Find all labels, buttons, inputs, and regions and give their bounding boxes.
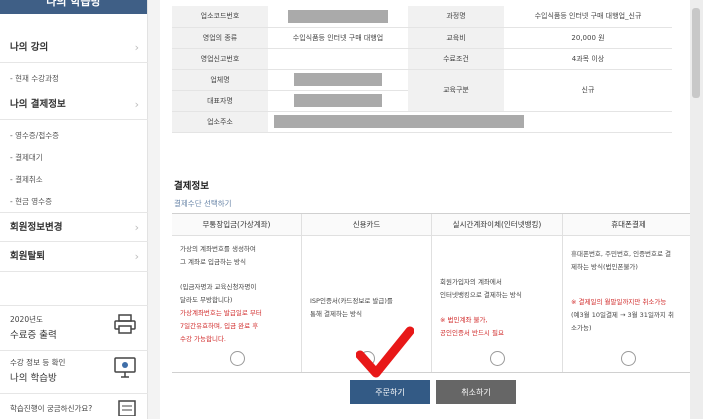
method-warning: 가상계좌번호는 발급일로 부터 7일간유효하며, 입금 완료 후 수강 가능합니…	[180, 309, 262, 343]
fee-value: 20,000 원	[504, 27, 672, 49]
course-value: 수입식품등 인터넷 구매 대행업_신규	[504, 6, 672, 28]
address-label: 업소주소	[172, 111, 268, 133]
address-value	[268, 111, 672, 133]
complete-value: 4과목 이상	[504, 48, 672, 70]
order-button[interactable]: 주문하기	[350, 380, 430, 404]
fee-label: 교육비	[408, 27, 504, 49]
method-warning: ※ 법인계좌 불가, 공인인증서 반드시 필요	[440, 316, 504, 337]
checkmark-icon	[356, 326, 414, 378]
method-desc1: 회원가입자의 계좌에서 인터넷뱅킹으로 결제하는 방식	[440, 278, 522, 299]
scrollbar-thumb[interactable]	[692, 8, 700, 98]
payment-section-title: 결제정보	[174, 181, 209, 192]
biz-type-value: 수입식품등 인터넷 구매 대행업	[268, 27, 408, 49]
radio-mobile[interactable]	[621, 351, 636, 366]
radio-virtual-account[interactable]	[230, 351, 245, 366]
sidebar-item-lecture[interactable]: 나의 강의 ›	[0, 33, 148, 63]
cancel-button[interactable]: 취소하기	[436, 380, 516, 404]
method-desc1: ISP인증서(카드정보로 발급)를 통해 결제하는 방식	[310, 297, 393, 318]
report-no-value	[268, 48, 408, 70]
sidebar-subitem-receipt[interactable]: - 영수증/접수증	[10, 130, 59, 141]
sidebar-subitem-current-course[interactable]: - 현재 수강과정	[10, 73, 59, 84]
redacted-block	[294, 73, 382, 86]
sidebar: 나의 학습방 나의 강의 › - 현재 수강과정 나의 결제정보 › - 영수증…	[0, 0, 148, 419]
sidebar-subitem-cash-receipt[interactable]: - 현금 영수증	[10, 196, 52, 207]
sidebar-item-label: 나의 결제정보	[10, 99, 66, 110]
company-value	[268, 69, 408, 91]
sidebar-header: 나의 학습방	[0, 0, 147, 14]
chevron-right-icon: ›	[134, 98, 139, 111]
edu-type-value: 신규	[504, 69, 672, 112]
payment-method-bank-transfer[interactable]: 실시간계좌이체(인터넷뱅킹) 회원가입자의 계좌에서 인터넷뱅킹으로 결제하는 …	[432, 214, 563, 372]
main-content: 업소코드번호 과정명 수입식품등 인터넷 구매 대행업_신규 영업의 종류 수입…	[160, 0, 694, 419]
method-name: 실시간계좌이체(인터넷뱅킹)	[432, 214, 562, 236]
payment-methods: 무통장입금(가상계좌) 가상의 계좌번호를 생성하여 그 계좌로 입금하는 방식…	[172, 213, 694, 373]
method-description: 휴대폰번호, 주민번호, 인증번호로 결 제하는 방식(법인폰불가) ※ 결제일…	[563, 236, 694, 335]
redacted-block	[274, 115, 524, 128]
method-name: 신용카드	[302, 214, 431, 236]
monitor-icon	[114, 357, 136, 383]
chevron-right-icon: ›	[134, 250, 139, 263]
progress-card[interactable]: 학습진행이 궁금하신가요?	[0, 393, 148, 419]
method-description: ISP인증서(카드정보로 발급)를 통해 결제하는 방식	[302, 236, 431, 321]
table-row: 업체명 교육구분 신규	[172, 69, 672, 112]
method-desc1: 가상의 계좌번호를 생성하여 그 계좌로 입금하는 방식	[180, 245, 256, 266]
radio-bank-transfer[interactable]	[490, 351, 505, 366]
method-desc2: (입금자명과 교육신청자명이 달라도 무방합니다)	[180, 283, 257, 304]
method-warning: ※ 결제일의 월말일까지만 취소가능	[571, 298, 667, 306]
report-no-label: 영업신고번호	[172, 48, 268, 70]
table-row: 영업의 종류 수입식품등 인터넷 구매 대행업 교육비 20,000 원	[172, 27, 672, 49]
redacted-block	[288, 9, 388, 23]
edu-type-label: 교육구분	[408, 69, 504, 112]
method-note: (예3월 10일결제 → 3월 31일까지 취 소가능)	[571, 311, 674, 332]
classroom-card[interactable]: 수강 정보 등 확인 나의 학습방	[0, 350, 148, 386]
sidebar-item-label: 회원탈퇴	[10, 251, 45, 262]
method-name: 휴대폰결제	[563, 214, 694, 236]
sidebar-item-label: 나의 강의	[10, 42, 49, 53]
sidebar-subitem-cancel[interactable]: - 결제취소	[10, 174, 43, 185]
course-label: 과정명	[408, 6, 504, 28]
payment-section-subtitle: 결제수단 선택하기	[174, 199, 232, 208]
complete-label: 수료조건	[408, 48, 504, 70]
certificate-card[interactable]: 2020년도 수료증 출력	[0, 305, 148, 347]
company-label: 업체명	[172, 69, 268, 91]
printer-icon	[114, 314, 136, 338]
table-row: 영업신고번호 수료조건 4과목 이상	[172, 48, 672, 70]
sidebar-subitem-pending[interactable]: - 결제대기	[10, 152, 43, 163]
redacted-block	[294, 94, 382, 107]
scrollbar[interactable]	[690, 0, 703, 419]
rep-value	[268, 90, 408, 112]
method-name: 무통장입금(가상계좌)	[172, 214, 301, 236]
document-icon	[118, 400, 136, 419]
sidebar-item-label: 회원정보변경	[10, 222, 63, 233]
course-info-table: 업소코드번호 과정명 수입식품등 인터넷 구매 대행업_신규 영업의 종류 수입…	[172, 6, 672, 133]
biz-code-value	[268, 6, 408, 28]
table-row: 업소코드번호 과정명 수입식품등 인터넷 구매 대행업_신규	[172, 6, 672, 28]
table-row: 업소주소	[172, 111, 672, 133]
method-description: 회원가입자의 계좌에서 인터넷뱅킹으로 결제하는 방식 ※ 법인계좌 불가, 공…	[432, 236, 562, 340]
chevron-right-icon: ›	[134, 41, 139, 54]
sidebar-item-payment[interactable]: 나의 결제정보 ›	[0, 90, 148, 120]
sidebar-item-member-edit[interactable]: 회원정보변경 ›	[0, 212, 148, 242]
method-desc1: 휴대폰번호, 주민번호, 인증번호로 결 제하는 방식(법인폰불가)	[571, 250, 672, 271]
biz-type-label: 영업의 종류	[172, 27, 268, 49]
sidebar-item-withdraw[interactable]: 회원탈퇴 ›	[0, 242, 148, 272]
method-description: 가상의 계좌번호를 생성하여 그 계좌로 입금하는 방식 (입금자명과 교육신청…	[172, 236, 301, 346]
payment-method-mobile[interactable]: 휴대폰결제 휴대폰번호, 주민번호, 인증번호로 결 제하는 방식(법인폰불가)…	[563, 214, 694, 372]
payment-method-virtual-account[interactable]: 무통장입금(가상계좌) 가상의 계좌번호를 생성하여 그 계좌로 입금하는 방식…	[172, 214, 302, 372]
biz-code-label: 업소코드번호	[172, 6, 268, 28]
chevron-right-icon: ›	[134, 221, 139, 234]
rep-label: 대표자명	[172, 90, 268, 112]
